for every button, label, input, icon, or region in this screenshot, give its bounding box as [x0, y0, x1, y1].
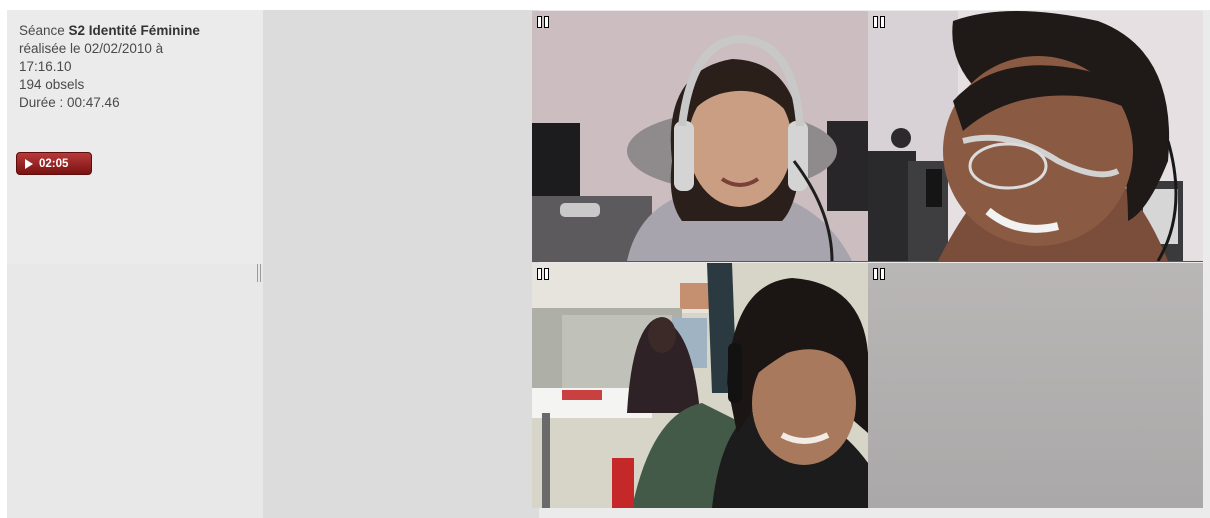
middle-panel — [263, 10, 539, 518]
pause-icon[interactable] — [873, 268, 885, 280]
video-tile-2[interactable] — [868, 11, 1203, 261]
session-date-line: réalisée le 02/02/2010 à — [19, 41, 164, 56]
session-name: S2 Identité Féminine — [68, 23, 200, 38]
session-title: Séance S2 Identité Féminine — [19, 23, 200, 38]
video-frame-2 — [868, 11, 1203, 261]
video-frame-3 — [532, 263, 868, 508]
session-time: 17:16.10 — [19, 59, 72, 74]
session-info-panel: Séance S2 Identité Féminine réalisée le … — [7, 10, 263, 264]
lower-left-panel — [7, 264, 263, 518]
pause-icon[interactable] — [537, 268, 549, 280]
session-duration: Durée : 00:47.46 — [19, 95, 120, 110]
video-tile-4[interactable] — [868, 263, 1203, 508]
video-tile-1[interactable] — [532, 11, 868, 261]
play-button[interactable]: 02:05 — [16, 152, 92, 175]
video-grid — [532, 11, 1203, 508]
play-icon — [25, 158, 33, 169]
resize-handle[interactable] — [257, 264, 262, 282]
play-time-label: 02:05 — [39, 157, 69, 170]
pause-icon[interactable] — [873, 16, 885, 28]
video-frame-1 — [532, 11, 868, 261]
obsel-count: 194 obsels — [19, 77, 85, 92]
video-tile-3[interactable] — [532, 263, 868, 508]
pause-icon[interactable] — [537, 16, 549, 28]
